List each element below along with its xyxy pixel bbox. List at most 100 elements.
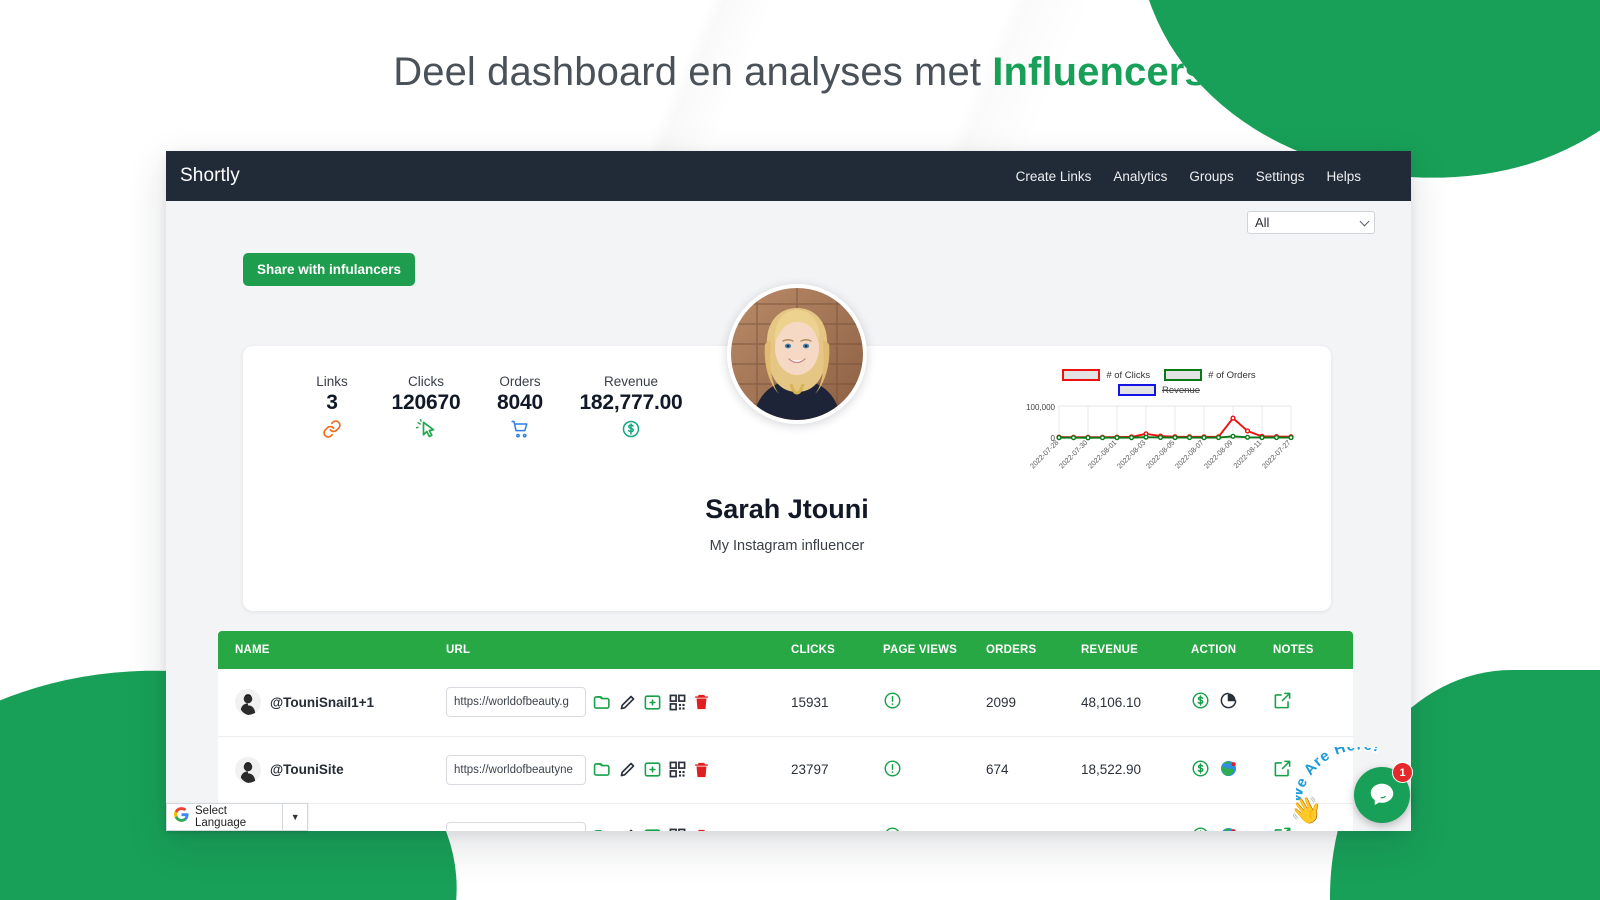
url-cell bbox=[446, 821, 791, 831]
globe-icon[interactable] bbox=[1219, 826, 1238, 831]
google-g-icon bbox=[174, 807, 189, 827]
th-name[interactable]: NAME bbox=[218, 631, 446, 669]
cell-page-views bbox=[883, 669, 986, 737]
chart-legend-row1: # of Clicks # of Orders bbox=[1019, 369, 1299, 381]
legend-orders-swatch bbox=[1164, 369, 1203, 381]
stat-orders-value: 8040 bbox=[497, 391, 543, 414]
user-avatar-icon bbox=[235, 756, 261, 783]
globe-icon[interactable] bbox=[1219, 759, 1238, 781]
action-cell bbox=[1191, 691, 1273, 713]
chat-unread-badge: 1 bbox=[1392, 762, 1413, 783]
cell-name: @TouniSnail1+1 bbox=[218, 669, 446, 737]
filter-bar: All bbox=[166, 201, 1411, 234]
legend-orders[interactable]: # of Orders bbox=[1164, 369, 1256, 381]
chart-svg: 100,00002022-07-282022-07-302022-08-0120… bbox=[1026, 403, 1294, 470]
pie-chart-icon[interactable] bbox=[1219, 691, 1238, 713]
add-to-folder-icon[interactable] bbox=[643, 760, 662, 779]
link-icon bbox=[285, 419, 379, 441]
delete-trash-icon[interactable] bbox=[693, 693, 710, 711]
links-table-container: NAME URL CLICKS PAGE VIEWS ORDERS REVENU… bbox=[218, 631, 1353, 831]
nav-links: Create Links Analytics Groups Settings H… bbox=[1016, 169, 1361, 184]
group-filter-select[interactable]: All bbox=[1247, 211, 1375, 234]
th-url[interactable]: URL bbox=[446, 631, 791, 669]
chat-widget[interactable]: We Are Here! 👋 1 bbox=[1290, 745, 1413, 835]
svg-text:2022-08-01: 2022-08-01 bbox=[1086, 438, 1118, 470]
nav-groups[interactable]: Groups bbox=[1189, 169, 1233, 184]
nav-helps[interactable]: Helps bbox=[1326, 169, 1361, 184]
th-orders[interactable]: ORDERS bbox=[986, 631, 1081, 669]
edit-pencil-icon[interactable] bbox=[619, 828, 636, 831]
legend-revenue-swatch bbox=[1117, 384, 1156, 396]
th-revenue[interactable]: REVENUE bbox=[1081, 631, 1191, 669]
cell-orders: 5267 bbox=[986, 803, 1081, 831]
cell-page-views bbox=[883, 803, 986, 831]
google-translate-widget[interactable]: Select Language ▼ bbox=[166, 803, 308, 831]
chart-plot-area: 100,000 0 2022-07-28 2022-07-30 2022-08-01 20… bbox=[1019, 400, 1299, 497]
qr-code-icon[interactable] bbox=[669, 694, 686, 711]
edit-pencil-icon[interactable] bbox=[619, 694, 636, 711]
delete-trash-icon[interactable] bbox=[693, 761, 710, 779]
url-cell bbox=[446, 754, 791, 785]
cell-action bbox=[1191, 669, 1273, 737]
chart-legend-row2: Revenue bbox=[1019, 384, 1299, 396]
dashboard-body: All Share with infulancers Links 3 Click… bbox=[166, 201, 1411, 831]
folder-icon[interactable] bbox=[593, 760, 612, 779]
edit-pencil-icon[interactable] bbox=[619, 761, 636, 778]
add-to-folder-icon[interactable] bbox=[643, 693, 662, 712]
legend-clicks[interactable]: # of Clicks bbox=[1062, 369, 1150, 381]
note-edit-icon[interactable] bbox=[1273, 692, 1292, 713]
cell-revenue: 116,148.00 bbox=[1081, 803, 1191, 831]
url-input[interactable] bbox=[446, 821, 586, 831]
folder-icon[interactable] bbox=[593, 693, 612, 712]
add-to-folder-icon[interactable] bbox=[643, 827, 662, 831]
revenue-dollar-icon[interactable] bbox=[1191, 759, 1210, 781]
table-row: @TouniSite 23797 674 18,522.90 bbox=[218, 736, 1353, 804]
qr-code-icon[interactable] bbox=[669, 761, 686, 778]
svg-text:2022-08-09: 2022-08-09 bbox=[1202, 438, 1234, 470]
svg-text:2022-07-28: 2022-07-28 bbox=[1028, 438, 1060, 470]
table-body: @TouniSnail1+1 15931 2099 48,106.10 bbox=[218, 669, 1353, 831]
action-cell bbox=[1191, 759, 1273, 781]
svg-text:2022-08-07: 2022-08-07 bbox=[1173, 438, 1205, 470]
revenue-dollar-icon[interactable] bbox=[1191, 826, 1210, 831]
page-views-info-icon[interactable] bbox=[883, 692, 902, 713]
brand-logo[interactable]: Shortly bbox=[180, 165, 240, 187]
links-table: NAME URL CLICKS PAGE VIEWS ORDERS REVENU… bbox=[218, 631, 1353, 831]
th-action[interactable]: ACTION bbox=[1191, 631, 1273, 669]
table-header-row: NAME URL CLICKS PAGE VIEWS ORDERS REVENU… bbox=[218, 631, 1353, 669]
stat-orders-label: Orders bbox=[499, 374, 541, 389]
legend-revenue[interactable]: Revenue bbox=[1117, 384, 1201, 396]
stat-links: Links 3 bbox=[285, 374, 379, 441]
nav-analytics[interactable]: Analytics bbox=[1113, 169, 1167, 184]
dollar-icon bbox=[567, 419, 695, 441]
select-language-label: Select Language bbox=[195, 805, 247, 829]
legend-revenue-label: Revenue bbox=[1161, 384, 1201, 396]
url-input[interactable] bbox=[446, 754, 586, 785]
svg-text:2022-07-30: 2022-07-30 bbox=[1057, 438, 1089, 470]
stat-orders: Orders 8040 bbox=[473, 374, 567, 441]
cell-clicks: 23797 bbox=[791, 736, 883, 804]
nav-create-links[interactable]: Create Links bbox=[1016, 169, 1092, 184]
revenue-dollar-icon[interactable] bbox=[1191, 691, 1210, 713]
filter-select-wrapper: All bbox=[1247, 211, 1375, 234]
svg-text:100,000: 100,000 bbox=[1026, 403, 1055, 412]
name-cell: @TouniSnail1+1 bbox=[235, 689, 446, 716]
stat-revenue-value: 182,777.00 bbox=[579, 391, 683, 414]
stat-clicks-value: 120670 bbox=[391, 391, 461, 414]
page-views-info-icon[interactable] bbox=[883, 760, 902, 781]
th-notes[interactable]: NOTES bbox=[1273, 631, 1353, 669]
nav-settings[interactable]: Settings bbox=[1256, 169, 1305, 184]
folder-icon[interactable] bbox=[593, 827, 612, 831]
language-dropdown-caret[interactable]: ▼ bbox=[282, 804, 307, 830]
th-page-views[interactable]: PAGE VIEWS bbox=[883, 631, 986, 669]
url-input[interactable] bbox=[446, 687, 586, 718]
stat-clicks-label: Clicks bbox=[408, 374, 444, 389]
page-headline: Deel dashboard en analyses met Influence… bbox=[0, 50, 1600, 95]
qr-code-icon[interactable] bbox=[669, 828, 686, 831]
th-clicks[interactable]: CLICKS bbox=[791, 631, 883, 669]
cell-clicks: 15931 bbox=[791, 669, 883, 737]
share-with-influencers-button[interactable]: Share with infulancers bbox=[243, 253, 416, 286]
waving-hand-icon: 👋 bbox=[1290, 795, 1323, 825]
svg-text:2022-08-05: 2022-08-05 bbox=[1144, 438, 1176, 470]
delete-trash-icon[interactable] bbox=[693, 828, 710, 831]
